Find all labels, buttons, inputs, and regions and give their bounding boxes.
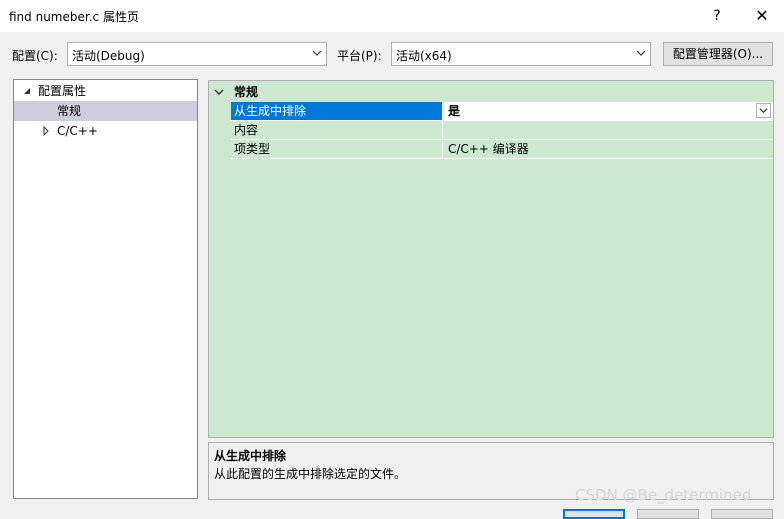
grid-category-label: 常规 — [234, 85, 259, 99]
platform-label: 平台(P): — [337, 49, 382, 63]
property-grid: 常规 从生成中排除 是 内容 项类型 C/C++ 编译器 — [208, 80, 774, 438]
grid-row-value[interactable]: C/C++ 编译器 — [444, 140, 773, 159]
grid-row-value[interactable] — [444, 121, 773, 140]
tree-item-general[interactable]: 常规 — [14, 101, 197, 121]
description-text: 从此配置的生成中排除选定的文件。 — [214, 467, 407, 481]
grid-row-value-text: 是 — [448, 104, 461, 118]
config-select[interactable]: 活动(Debug) — [67, 42, 327, 66]
chevron-down-icon — [636, 50, 646, 56]
chevron-down-icon — [312, 50, 322, 56]
tree-item-label: C/C++ — [57, 124, 98, 138]
apply-button[interactable] — [711, 509, 773, 519]
config-select-value: 活动(Debug) — [72, 49, 145, 63]
grid-row-exclude-from-build[interactable]: 从生成中排除 是 — [231, 102, 773, 121]
ok-button[interactable] — [563, 509, 625, 519]
tree-item-config-properties[interactable]: 配置属性 — [14, 81, 197, 101]
grid-row-name: 从生成中排除 — [231, 102, 443, 121]
cancel-button[interactable] — [637, 509, 699, 519]
window-title: find numeber.c 属性页 — [9, 10, 139, 24]
tree-item-label: 配置属性 — [38, 84, 87, 98]
tree-item-label: 常规 — [57, 104, 82, 118]
property-tree: 配置属性 常规 C/C++ — [13, 79, 198, 499]
grid-row-value[interactable]: 是 — [444, 102, 773, 121]
grid-row-name: 项类型 — [231, 140, 443, 159]
grid-row-name: 内容 — [231, 121, 443, 140]
grid-row-item-type[interactable]: 项类型 C/C++ 编译器 — [231, 140, 773, 159]
title-bar: find numeber.c 属性页 ? ✕ — [0, 0, 784, 32]
platform-select-value: 活动(x64) — [396, 49, 452, 63]
tree-expanded-icon[interactable] — [22, 86, 32, 96]
chevron-down-icon — [759, 108, 768, 114]
config-manager-button[interactable]: 配置管理器(O)... — [663, 42, 773, 66]
value-dropdown-button[interactable] — [756, 103, 771, 118]
tree-collapsed-icon[interactable] — [41, 126, 51, 136]
platform-select[interactable]: 活动(x64) — [391, 42, 651, 66]
help-button[interactable]: ? — [697, 0, 737, 32]
tree-item-cpp[interactable]: C/C++ — [14, 121, 197, 141]
description-title: 从生成中排除 — [214, 449, 287, 463]
close-button[interactable]: ✕ — [742, 0, 782, 32]
watermark: CSDN @Be_determined — [575, 486, 752, 504]
config-label: 配置(C): — [12, 49, 58, 63]
grid-row-content[interactable]: 内容 — [231, 121, 773, 140]
chevron-down-icon[interactable] — [214, 87, 224, 97]
grid-category[interactable]: 常规 — [209, 83, 773, 102]
